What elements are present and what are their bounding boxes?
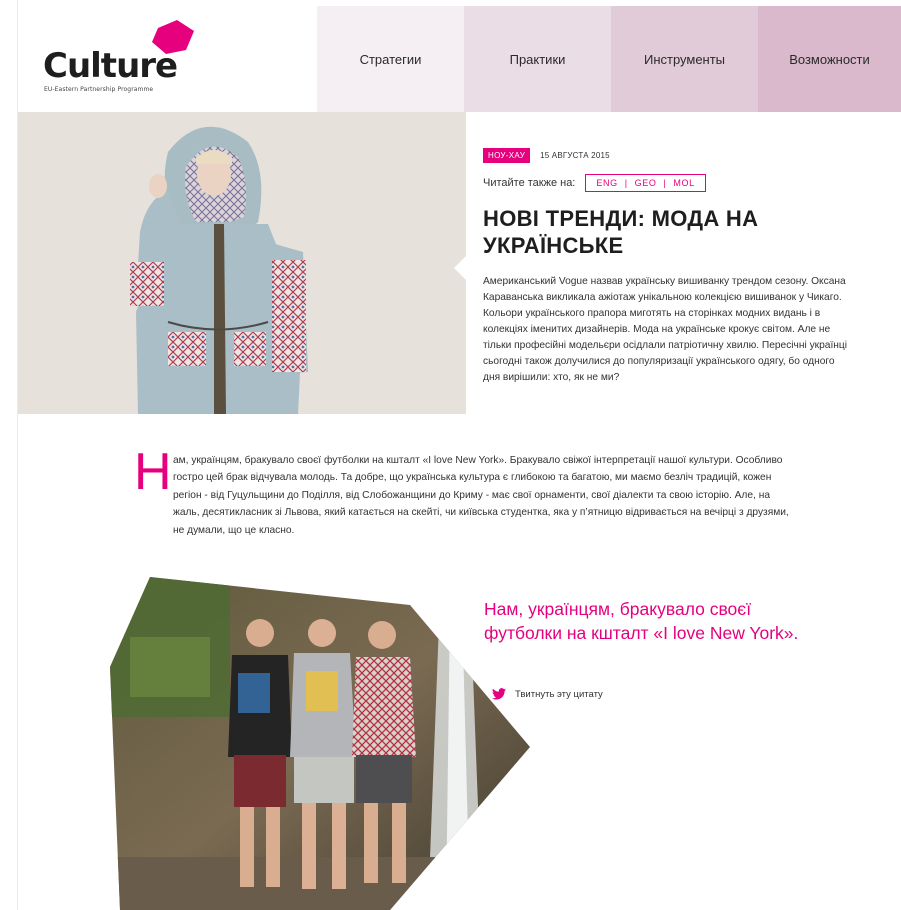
hero-photo-illustration — [18, 112, 466, 414]
logo-wordmark: Culture — [43, 46, 178, 86]
category-badge[interactable]: НОУ-ХАУ — [483, 148, 531, 163]
nav-item-practices[interactable]: Практики — [464, 6, 611, 112]
read-also-label: Читайте также на: — [483, 177, 576, 189]
logo-subtitle: EU-Eastern Partnership Programme — [44, 86, 154, 93]
article-body: ам, українцям, бракувало своєї футболки … — [173, 455, 789, 536]
tweet-label: Твитнуть эту цитату — [515, 688, 603, 700]
article-intro: Американський Vogue назвав українську ви… — [483, 276, 848, 383]
pull-quote: Нам, українцям, бракувало своєї футболки… — [484, 599, 799, 643]
nav-item-label: Инструменты — [643, 51, 726, 67]
lang-mol-link[interactable]: MOL — [673, 178, 694, 188]
article-date: 15 АВГУСТА 2015 — [540, 151, 610, 160]
main-nav: Стратегии Практики Инструменты Возможнос… — [317, 6, 901, 112]
hero-fashion-photo — [18, 112, 466, 414]
logo[interactable]: Culture EU-Eastern Partnership Programme — [18, 6, 317, 112]
hero-pointer — [454, 256, 466, 280]
lang-separator: | — [663, 178, 667, 188]
group-photo — [110, 577, 530, 910]
nav-item-strategies[interactable]: Стратегии — [317, 6, 464, 112]
nav-item-opportunities[interactable]: Возможности — [758, 6, 901, 112]
drop-cap: Н — [134, 443, 172, 501]
group-photo-illustration — [110, 577, 530, 910]
read-also: Читайте также на: ENG | GEO | MOL — [483, 174, 706, 192]
lang-eng-link[interactable]: ENG — [596, 178, 617, 188]
tweet-quote-button[interactable]: Твитнуть эту цитату — [492, 688, 603, 700]
page: Culture EU-Eastern Partnership Programme… — [18, 0, 901, 910]
article-title: НОВІ ТРЕНДИ: МОДА НА УКРАЇНСЬКЕ — [483, 206, 759, 258]
article-meta: НОУ-ХАУ 15 АВГУСТА 2015 — [483, 148, 610, 163]
lang-separator: | — [624, 178, 628, 188]
nav-item-label: Возможности — [789, 51, 870, 67]
nav-item-label: Стратегии — [359, 51, 422, 67]
twitter-bird-icon — [492, 688, 506, 700]
nav-item-label: Практики — [509, 51, 566, 67]
site-header: Culture EU-Eastern Partnership Programme… — [18, 6, 901, 112]
lang-geo-link[interactable]: GEO — [635, 178, 657, 188]
language-switcher: ENG | GEO | MOL — [585, 174, 706, 192]
nav-item-tools[interactable]: Инструменты — [611, 6, 758, 112]
